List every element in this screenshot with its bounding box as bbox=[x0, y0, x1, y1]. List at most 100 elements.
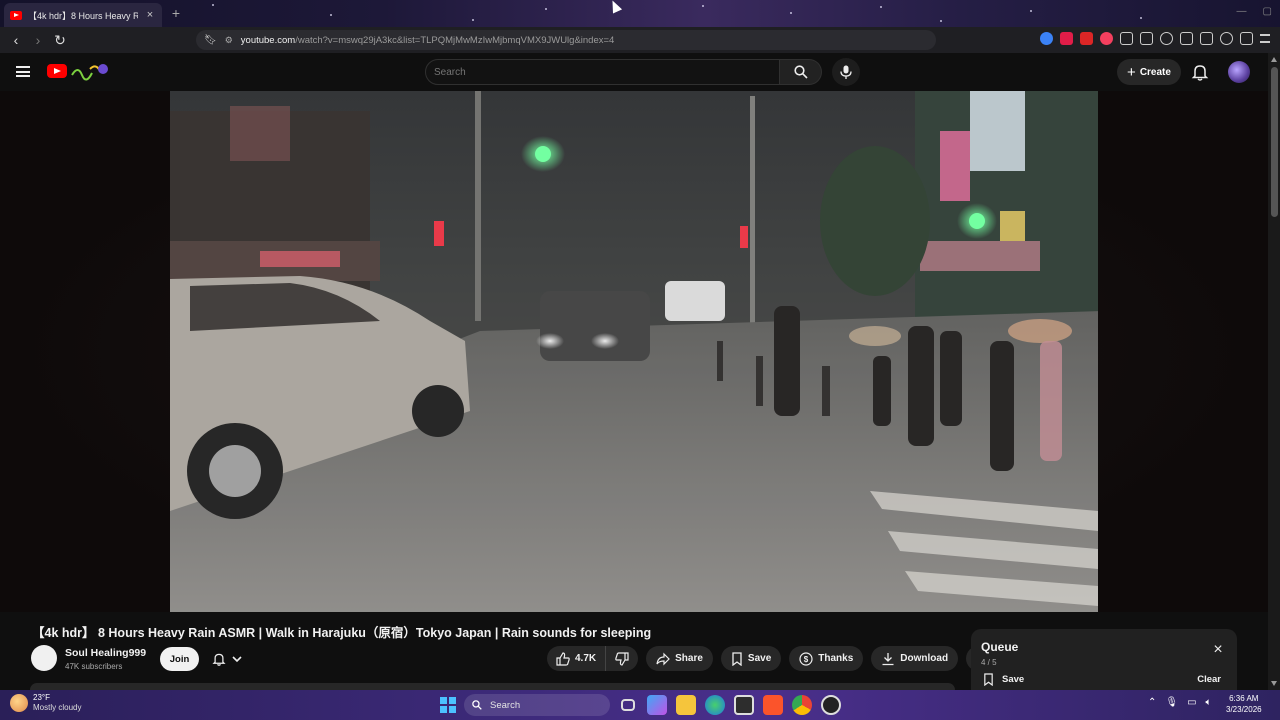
thanks-icon: $ bbox=[799, 651, 813, 666]
search-button[interactable] bbox=[780, 59, 822, 85]
channel-avatar[interactable] bbox=[31, 645, 57, 671]
create-button[interactable]: + Create bbox=[1117, 59, 1181, 85]
mouse-cursor-icon bbox=[607, 0, 623, 14]
weather-temperature: 23°F bbox=[33, 693, 50, 702]
windows-start-icon[interactable] bbox=[440, 697, 456, 713]
notifications-bell-icon[interactable] bbox=[1191, 63, 1209, 81]
video-player[interactable] bbox=[0, 91, 1268, 612]
scroll-up-icon[interactable] bbox=[1271, 57, 1277, 62]
file-explorer-icon[interactable] bbox=[676, 695, 696, 715]
hamburger-menu-icon[interactable] bbox=[16, 66, 30, 77]
join-button[interactable]: Join bbox=[160, 647, 199, 671]
url-text[interactable]: youtube.com/watch?v=mswq29jA3kc&list=TLP… bbox=[241, 35, 615, 46]
subscription-bell-button[interactable] bbox=[207, 648, 253, 670]
tray-overflow-icon[interactable]: ⌃ bbox=[1148, 697, 1156, 708]
page-scrollbar[interactable] bbox=[1268, 53, 1280, 690]
back-icon[interactable]: ‹ bbox=[6, 30, 26, 50]
thanks-label: Thanks bbox=[818, 653, 854, 664]
extension-box-icon[interactable] bbox=[1140, 32, 1153, 45]
search-input[interactable] bbox=[425, 59, 780, 85]
sidebar-icon[interactable] bbox=[1180, 32, 1193, 45]
reload-icon[interactable]: ↻ bbox=[50, 30, 70, 50]
like-count: 4.7K bbox=[575, 653, 597, 664]
weather-widget[interactable]: 23°F Mostly cloudy bbox=[10, 693, 81, 713]
url-domain: youtube.com bbox=[240, 34, 296, 46]
forward-icon[interactable]: › bbox=[28, 30, 48, 50]
youtube-favicon-icon bbox=[10, 10, 22, 20]
wallet-icon[interactable] bbox=[1200, 32, 1213, 45]
bookmark-icon[interactable]: 🔖︎ bbox=[204, 35, 217, 46]
obs-icon[interactable] bbox=[821, 695, 841, 715]
queue-save-button[interactable]: Save bbox=[983, 673, 1024, 686]
task-view-icon[interactable] bbox=[621, 699, 635, 711]
extension-red-icon[interactable] bbox=[1080, 32, 1093, 45]
chevron-down-icon bbox=[232, 656, 242, 663]
extension-blue-icon[interactable] bbox=[1040, 32, 1053, 45]
leo-ai-icon[interactable] bbox=[1220, 32, 1233, 45]
channel-name[interactable]: Soul Healing999 bbox=[65, 647, 146, 659]
share-icon bbox=[656, 652, 670, 665]
taskbar-clock[interactable]: 6:36 AM 3/23/2026 bbox=[1226, 693, 1262, 715]
site-info-icon[interactable]: ⚙ bbox=[225, 35, 233, 46]
share-button[interactable]: Share bbox=[646, 646, 713, 671]
address-bar[interactable]: 🔖︎ ⚙ youtube.com/watch?v=mswq29jA3kc&lis… bbox=[196, 30, 936, 50]
queue-title: Queue bbox=[981, 640, 1019, 654]
youtube-doodle-icon[interactable] bbox=[70, 61, 110, 81]
chrome-icon[interactable] bbox=[792, 695, 812, 715]
copilot-icon[interactable] bbox=[647, 695, 667, 715]
network-icon[interactable]: ▭ bbox=[1187, 697, 1196, 708]
like-icon bbox=[556, 651, 570, 666]
brave-icon[interactable] bbox=[763, 695, 783, 715]
scroll-down-icon[interactable] bbox=[1271, 681, 1277, 686]
windows-taskbar: 23°F Mostly cloudy Search ⌃ 🎙︎ ▭ 🔈︎ 6:36… bbox=[0, 690, 1280, 720]
queue-clear-button[interactable]: Clear bbox=[1197, 674, 1221, 685]
minimize-icon[interactable]: — bbox=[1237, 6, 1247, 17]
shield-icon[interactable] bbox=[1240, 32, 1253, 45]
channel-subscriber-count: 47K subscribers bbox=[65, 662, 123, 671]
clock-time: 6:36 AM bbox=[1229, 694, 1259, 703]
description-box[interactable] bbox=[30, 683, 955, 690]
new-tab-button[interactable]: + bbox=[168, 5, 184, 21]
video-title: 【4k hdr】 8 Hours Heavy Rain ASMR | Walk … bbox=[32, 626, 652, 640]
download-button[interactable]: Download bbox=[871, 646, 959, 671]
like-button[interactable]: 4.7K bbox=[547, 646, 607, 671]
extension-icons bbox=[1040, 32, 1270, 45]
youtube-header: + Create bbox=[0, 53, 1280, 91]
maximize-icon[interactable]: ▢ bbox=[1263, 6, 1272, 17]
queue-save-label: Save bbox=[1002, 674, 1025, 685]
volume-icon[interactable]: 🔈︎ bbox=[1206, 697, 1212, 708]
account-avatar[interactable] bbox=[1228, 61, 1250, 83]
thanks-button[interactable]: $ Thanks bbox=[789, 646, 864, 671]
taskbar-search-label: Search bbox=[490, 699, 521, 711]
download-icon bbox=[882, 652, 894, 665]
voice-search-button[interactable] bbox=[832, 58, 860, 86]
window-controls: — ▢ bbox=[1237, 6, 1272, 17]
scrollbar-thumb[interactable] bbox=[1271, 67, 1278, 217]
save-button[interactable]: Save bbox=[720, 646, 782, 671]
extension-pink-icon[interactable] bbox=[1100, 32, 1113, 45]
queue-close-icon[interactable]: × bbox=[1211, 642, 1225, 658]
edge-icon[interactable] bbox=[705, 695, 725, 715]
tab-title: 【4k hdr】8 Hours Heavy Rain bbox=[28, 10, 138, 21]
youtube-logo-icon[interactable] bbox=[47, 64, 67, 78]
weather-description: Mostly cloudy bbox=[33, 703, 82, 712]
search-icon bbox=[472, 700, 482, 710]
taskbar-apps bbox=[618, 695, 841, 715]
store-icon[interactable] bbox=[734, 695, 754, 715]
browser-tab-active[interactable]: 【4k hdr】8 Hours Heavy Rain × bbox=[4, 3, 162, 27]
tab-close-icon[interactable]: × bbox=[144, 9, 156, 21]
menu-icon[interactable] bbox=[1260, 34, 1270, 43]
url-path: /watch?v=mswq29jA3kc&list=TLPQMjMwMzIwMj… bbox=[295, 34, 615, 46]
media-icon[interactable] bbox=[1160, 32, 1173, 45]
video-frame[interactable] bbox=[170, 91, 1098, 612]
queue-panel: Queue 4 / 5 × Save Clear bbox=[971, 629, 1237, 691]
search-icon bbox=[794, 65, 808, 79]
dislike-button[interactable] bbox=[606, 646, 638, 671]
taskbar-search[interactable]: Search bbox=[464, 694, 610, 716]
plus-icon: + bbox=[1127, 63, 1136, 81]
extension-youtube-icon[interactable] bbox=[1060, 32, 1073, 45]
extension-puzzle-icon[interactable] bbox=[1120, 32, 1133, 45]
like-dislike-group: 4.7K bbox=[547, 646, 639, 671]
microphone-icon[interactable]: 🎙︎ bbox=[1165, 697, 1178, 708]
system-tray: ⌃ 🎙︎ ▭ 🔈︎ bbox=[1148, 697, 1212, 708]
